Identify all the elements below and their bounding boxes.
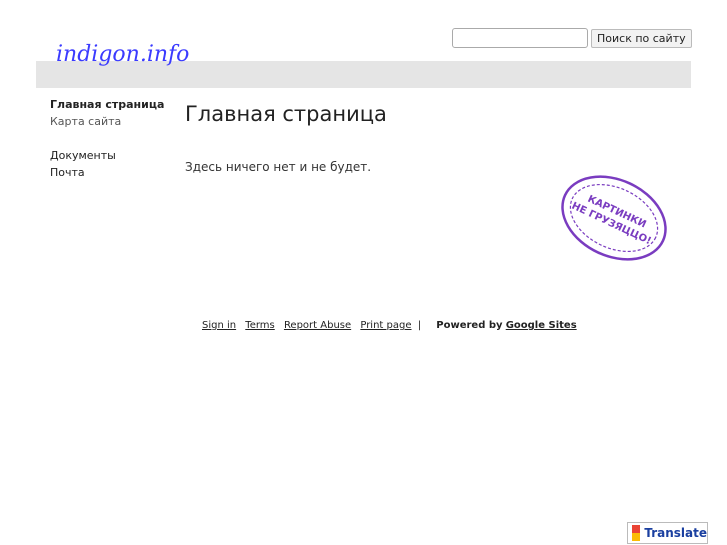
sidebar-item-sitemap[interactable]: Карта сайта: [50, 115, 121, 128]
google-translate-icon: [632, 525, 641, 541]
sign-in-link[interactable]: Sign in: [202, 320, 236, 331]
sidebar-item-home[interactable]: Главная страница: [50, 98, 164, 111]
search-input[interactable]: [452, 28, 588, 48]
footer-separator: |: [417, 320, 422, 331]
powered-by-text: Powered by: [436, 320, 503, 331]
print-page-link[interactable]: Print page: [360, 320, 411, 331]
page-title: Главная страница: [185, 102, 387, 126]
footer: Sign in Terms Report Abuse Print page | …: [202, 320, 583, 331]
report-abuse-link[interactable]: Report Abuse: [284, 320, 351, 331]
site-logo[interactable]: indigon.info: [56, 42, 189, 67]
stamp-image: КАРТИНКИ НЕ ГРУЗЯЦЦО!: [561, 175, 667, 261]
sidebar-item-documents[interactable]: Документы: [50, 149, 116, 162]
page-text: Здесь ничего нет и не будет.: [185, 160, 372, 174]
google-sites-link[interactable]: Google Sites: [506, 320, 577, 331]
search-button[interactable]: Поиск по сайту: [591, 29, 692, 48]
translate-button[interactable]: Translate: [627, 522, 708, 544]
terms-link[interactable]: Terms: [245, 320, 274, 331]
translate-label: Translate: [644, 526, 707, 540]
sidebar-item-mail[interactable]: Почта: [50, 166, 85, 179]
